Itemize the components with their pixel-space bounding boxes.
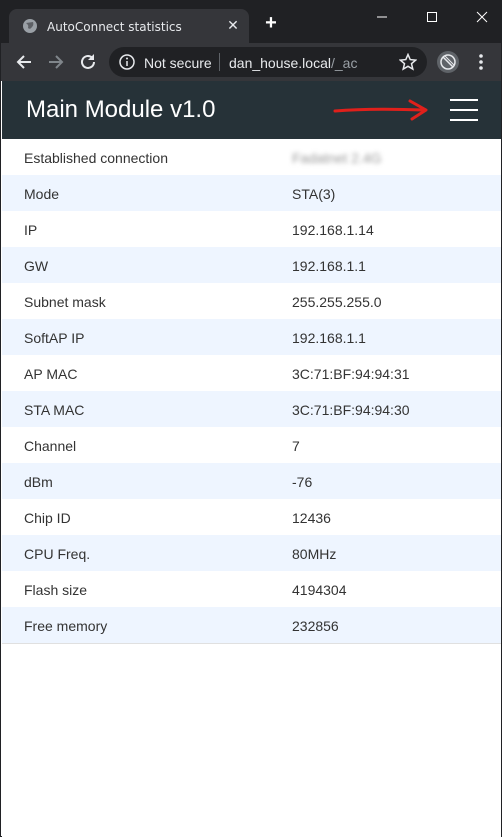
table-row: dBm -76 <box>2 463 501 499</box>
stat-value: 7 <box>292 438 300 454</box>
stat-label: CPU Freq. <box>24 546 91 562</box>
stat-label: SoftAP IP <box>24 330 85 346</box>
stat-value: Fadatnet 2.4G <box>292 150 382 166</box>
page-content: Main Module v1.0 Established connection F… <box>2 81 501 837</box>
stat-value: STA(3) <box>292 186 336 202</box>
stat-label: Established connection <box>24 150 168 166</box>
stat-value: 4194304 <box>292 582 347 598</box>
page-title: Main Module v1.0 <box>26 96 216 123</box>
page-header: Main Module v1.0 <box>2 81 501 139</box>
stat-value: 255.255.255.0 <box>292 294 382 310</box>
forward-icon[interactable] <box>45 51 67 73</box>
stat-label: GW <box>24 258 49 274</box>
bookmark-star-icon[interactable] <box>398 52 418 71</box>
stat-value: 232856 <box>292 618 339 634</box>
url-path: /_ac <box>330 55 358 71</box>
stat-label: Flash size <box>24 582 88 598</box>
stat-value: 192.168.1.1 <box>292 330 366 346</box>
table-bottom-divider <box>2 643 501 644</box>
table-row: Established connection Fadatnet 2.4G <box>2 139 501 175</box>
title-bar: AutoConnect statistics ✕ + <box>1 1 501 43</box>
stat-value: 3C:71:BF:94:94:31 <box>292 366 410 382</box>
extension-icon[interactable] <box>437 51 459 73</box>
stat-label: Chip ID <box>24 510 71 526</box>
stat-label: Mode <box>24 186 60 202</box>
back-icon[interactable] <box>13 51 35 73</box>
table-row: Subnet mask 255.255.255.0 <box>2 283 501 319</box>
table-row: GW 192.168.1.1 <box>2 247 501 283</box>
minimize-icon[interactable] <box>372 7 392 27</box>
stat-value: 12436 <box>292 510 331 526</box>
url-host: dan_house.local <box>229 55 331 71</box>
hamburger-menu-icon[interactable] <box>450 99 478 121</box>
menu-kebab-icon[interactable] <box>473 52 489 72</box>
table-row: AP MAC 3C:71:BF:94:94:31 <box>2 355 501 391</box>
statistics-table: Established connection Fadatnet 2.4G Mode S… <box>2 139 501 644</box>
omnibox-divider <box>219 53 220 71</box>
stat-value: 192.168.1.1 <box>292 258 366 274</box>
stat-label: dBm <box>24 474 53 490</box>
red-arrow-annotation <box>333 99 428 121</box>
reload-icon[interactable] <box>77 51 99 73</box>
address-bar[interactable]: Not secure dan_house.local/_ac <box>109 47 427 77</box>
stat-label: Free memory <box>24 618 108 634</box>
table-row: CPU Freq. 80MHz <box>2 535 501 571</box>
url-text: dan_house.local/_ac <box>229 55 357 71</box>
table-row: STA MAC 3C:71:BF:94:94:30 <box>2 391 501 427</box>
info-icon[interactable] <box>119 54 135 70</box>
table-row: Chip ID 12436 <box>2 499 501 535</box>
stat-label: Subnet mask <box>24 294 106 310</box>
table-row: IP 192.168.1.14 <box>2 211 501 247</box>
table-row: SoftAP IP 192.168.1.1 <box>2 319 501 355</box>
stat-label: STA MAC <box>24 402 85 418</box>
stat-label: Channel <box>24 438 77 454</box>
security-label: Not secure <box>144 55 212 71</box>
globe-icon <box>23 19 37 33</box>
tab-close-icon[interactable]: ✕ <box>225 17 241 33</box>
stat-value: 192.168.1.14 <box>292 222 374 238</box>
stat-label: AP MAC <box>24 366 78 382</box>
stat-label: IP <box>24 222 38 238</box>
new-tab-icon[interactable]: + <box>263 13 279 33</box>
stat-value: 80MHz <box>292 546 337 562</box>
table-row: Flash size 4194304 <box>2 571 501 607</box>
stat-value: 3C:71:BF:94:94:30 <box>292 402 410 418</box>
browser-tab[interactable]: AutoConnect statistics ✕ <box>9 9 249 43</box>
close-window-icon[interactable] <box>472 7 492 27</box>
browser-toolbar: Not secure dan_house.local/_ac <box>1 43 501 81</box>
tab-title: AutoConnect statistics <box>47 20 182 34</box>
browser-window: AutoConnect statistics ✕ + Not secure da… <box>0 0 502 837</box>
table-row: Channel 7 <box>2 427 501 463</box>
maximize-icon[interactable] <box>422 7 442 27</box>
stat-value: -76 <box>292 474 313 490</box>
table-row: Mode STA(3) <box>2 175 501 211</box>
table-row: Free memory 232856 <box>2 607 501 643</box>
